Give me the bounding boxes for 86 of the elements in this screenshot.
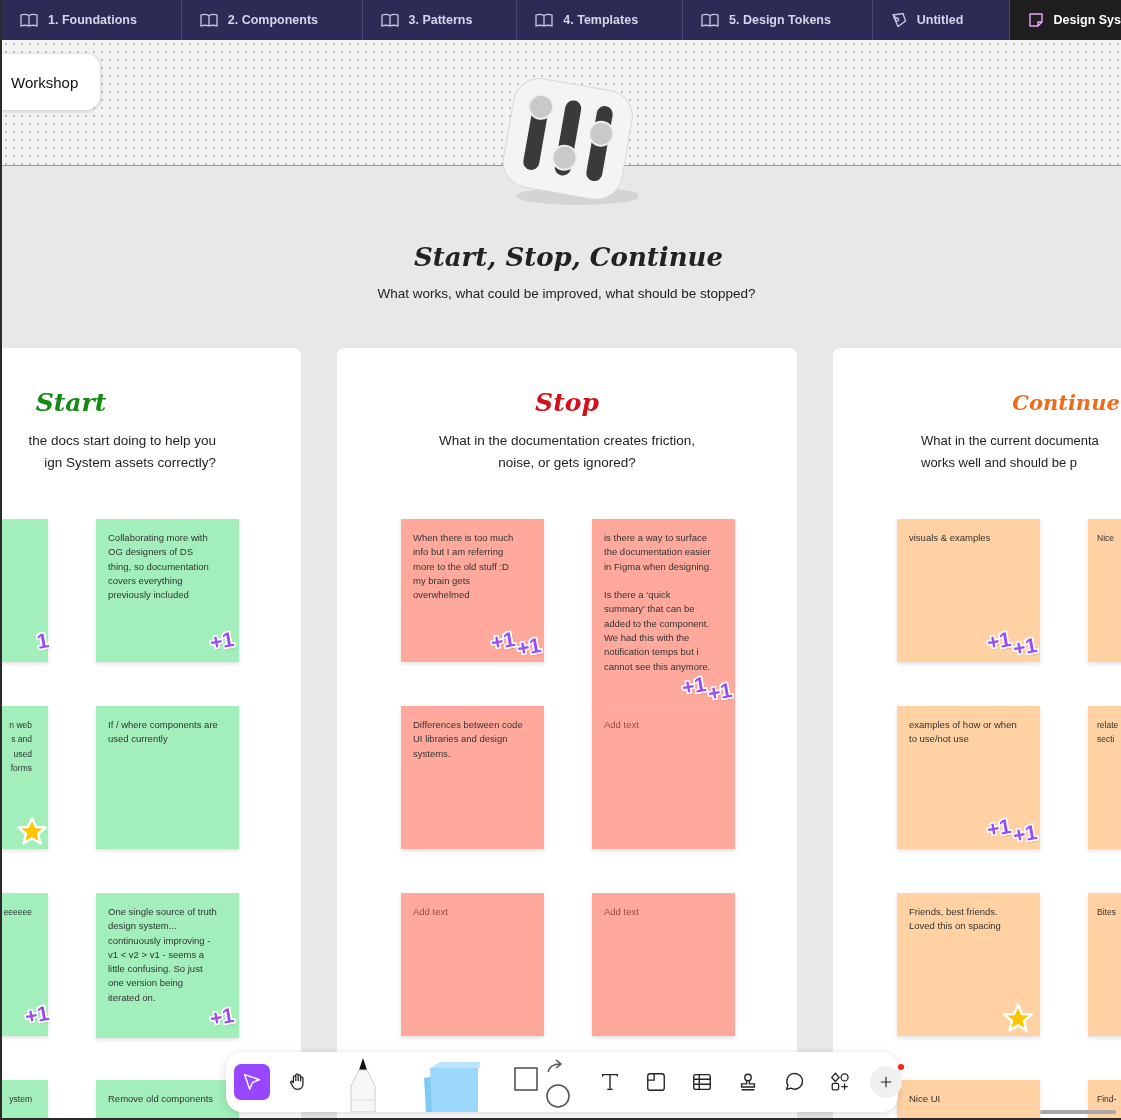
sticky-note-icon bbox=[1027, 12, 1044, 28]
plus-one-label: +1 bbox=[1011, 633, 1039, 661]
book-icon bbox=[535, 13, 554, 27]
horizontal-scrollbar[interactable] bbox=[1040, 1110, 1116, 1114]
sticky-note[interactable]: visuals & examples +1 +1 bbox=[897, 519, 1040, 662]
book-icon bbox=[701, 13, 720, 27]
sticky-note[interactable]: Nice bbox=[1088, 519, 1121, 662]
column-description: What in the documentation creates friction, bbox=[439, 432, 695, 450]
sticky-note-placeholder: Add text bbox=[413, 905, 448, 919]
sticky-note[interactable]: Add text bbox=[592, 893, 735, 1036]
plus-one-label: +1 bbox=[706, 678, 734, 706]
section-label: Workshop bbox=[2, 54, 100, 110]
plus-one-label: +1 bbox=[489, 627, 517, 655]
sticky-note-text: If / where components are used currently bbox=[108, 718, 219, 747]
column-description: noise, or gets ignored? bbox=[498, 454, 636, 472]
column-description: works well and should be p bbox=[921, 454, 1078, 472]
book-icon bbox=[20, 13, 38, 27]
frame-icon bbox=[645, 1071, 667, 1093]
sticky-note-text: relate secti bbox=[1097, 719, 1119, 747]
sticky-note[interactable]: relate secti bbox=[1088, 706, 1121, 849]
sticky-note-text: Remove old components bbox=[108, 1092, 214, 1106]
sticky-note[interactable]: When there is too much info but I am referring more to the old stuff :D my brain gets overwhelmed +1 +1 bbox=[401, 519, 544, 662]
shapes-tool[interactable] bbox=[512, 1056, 572, 1108]
sticky-note[interactable]: eeeeee +1 bbox=[2, 893, 48, 1036]
sticky-note[interactable] bbox=[592, 519, 735, 707]
column-heading: Continue bbox=[1011, 389, 1121, 417]
pen-nib-icon bbox=[890, 12, 907, 28]
sticky-note-text: Friends, best friends. Loved this on spacing bbox=[909, 905, 1002, 934]
plus-one-label: +1 bbox=[680, 672, 708, 700]
pointer-icon bbox=[241, 1071, 263, 1093]
sticky-note-text: Find- bbox=[1097, 1093, 1117, 1106]
sticky-note[interactable]: Differences between code UI libraries and design systems. bbox=[401, 706, 544, 849]
sticky-note[interactable]: Bites bbox=[1088, 893, 1121, 1036]
sticky-note-text: Differences between code UI libraries and design systems. bbox=[413, 718, 524, 761]
sticky-note[interactable]: One single source of truth design system... continuously improving - v1 < v2 > v1 - seems a little confusing. So just one version being iterated on. +1 bbox=[96, 893, 239, 1039]
book-icon bbox=[199, 13, 218, 27]
book-icon bbox=[380, 13, 399, 27]
plus-one-label: +1 bbox=[985, 627, 1013, 655]
plus-one-label: +1 bbox=[208, 1003, 236, 1031]
sticky-note[interactable]: Collaborating more with OG designers of DS thing, so documentation covers everything previously included +1 bbox=[96, 519, 239, 662]
column-heading: Stop bbox=[534, 388, 600, 418]
sticky-note[interactable]: Add text bbox=[401, 893, 544, 1036]
plus-one-label: 1 bbox=[35, 628, 51, 654]
column-description: the docs start doing to help you bbox=[28, 432, 216, 450]
sticky-note[interactable]: Add text bbox=[592, 706, 735, 849]
sticky-note-text: When there is too much info but I am referring more to the old stuff :D my brain gets overwhelmed bbox=[413, 531, 515, 603]
sticky-note-text: visuals & examples bbox=[909, 531, 991, 545]
board-subtitle: What works, what could be improved, what should be stopped? bbox=[376, 286, 757, 301]
star-sticker-icon bbox=[17, 816, 47, 846]
sticky-note-text: n web s and used forms bbox=[9, 719, 32, 775]
sticky-note[interactable]: Nice UI bbox=[897, 1080, 1040, 1118]
sticky-note[interactable]: If / where components are used currently bbox=[96, 706, 239, 849]
sticky-note-text: Nice UI bbox=[909, 1092, 941, 1106]
column-description: What in the current documenta bbox=[921, 432, 1099, 450]
sticky-note-text: One single source of truth design system... continuously improving - v1 < v2 > v1 - seems a little confusing. So just one version being iterated on. bbox=[108, 905, 217, 1005]
sticky-note-text: Collaborating more with OG designers of DS thing, so documentation covers everything previously included bbox=[108, 531, 210, 603]
column-heading: Start bbox=[34, 388, 108, 418]
board-title: Start, Stop, Continue bbox=[413, 242, 724, 272]
plus-one-label: +1 bbox=[23, 1001, 51, 1029]
sticky-note[interactable]: Friends, best friends. Loved this on spacing bbox=[897, 893, 1040, 1036]
text-icon bbox=[599, 1071, 621, 1093]
file-tab[interactable]: Design Sys bbox=[1009, 0, 1121, 40]
plus-one-label: +1 bbox=[1011, 820, 1039, 848]
sticky-note-text: ystem bbox=[9, 1093, 32, 1106]
sticky-note-placeholder: Add text bbox=[604, 718, 639, 732]
speech-bubble-icon bbox=[783, 1071, 805, 1093]
plus-one-label: +1 bbox=[985, 814, 1013, 842]
plus-one-label: +1 bbox=[515, 633, 543, 661]
sticky-note-placeholder: Add text bbox=[604, 905, 639, 919]
plus-one-label: +1 bbox=[208, 627, 236, 655]
column-description: ign System assets correctly? bbox=[44, 454, 216, 472]
shapes-drawing bbox=[512, 1056, 572, 1108]
sticky-note[interactable]: n web s and used forms bbox=[2, 706, 48, 849]
sticky-note-text: eeeeee bbox=[3, 906, 32, 919]
sticky-note[interactable]: ystem bbox=[2, 1080, 48, 1118]
sticky-note[interactable]: examples of how or when to use/not use +1 +1 bbox=[897, 706, 1040, 849]
sticky-note-text: Bites bbox=[1097, 906, 1116, 919]
sticky-note[interactable]: Remove old components bbox=[96, 1080, 239, 1118]
sticky-note[interactable]: Find- bbox=[1088, 1080, 1121, 1118]
table-icon bbox=[691, 1071, 713, 1093]
star-sticker-icon bbox=[1003, 1003, 1033, 1033]
sticky-note-text: examples of how or when to use/not use bbox=[909, 718, 1018, 747]
shapes-icon bbox=[829, 1071, 851, 1093]
pointer-tool[interactable] bbox=[234, 1064, 270, 1100]
sticky-note-text: is there a way to surface the documentation easier in Figma when designing. Is there a ‘quick summary’ that can be added to the component. We had this with the notification temps but i cannot see this anymore. bbox=[604, 531, 713, 674]
sticky-note-text: Nice bbox=[1097, 532, 1114, 545]
